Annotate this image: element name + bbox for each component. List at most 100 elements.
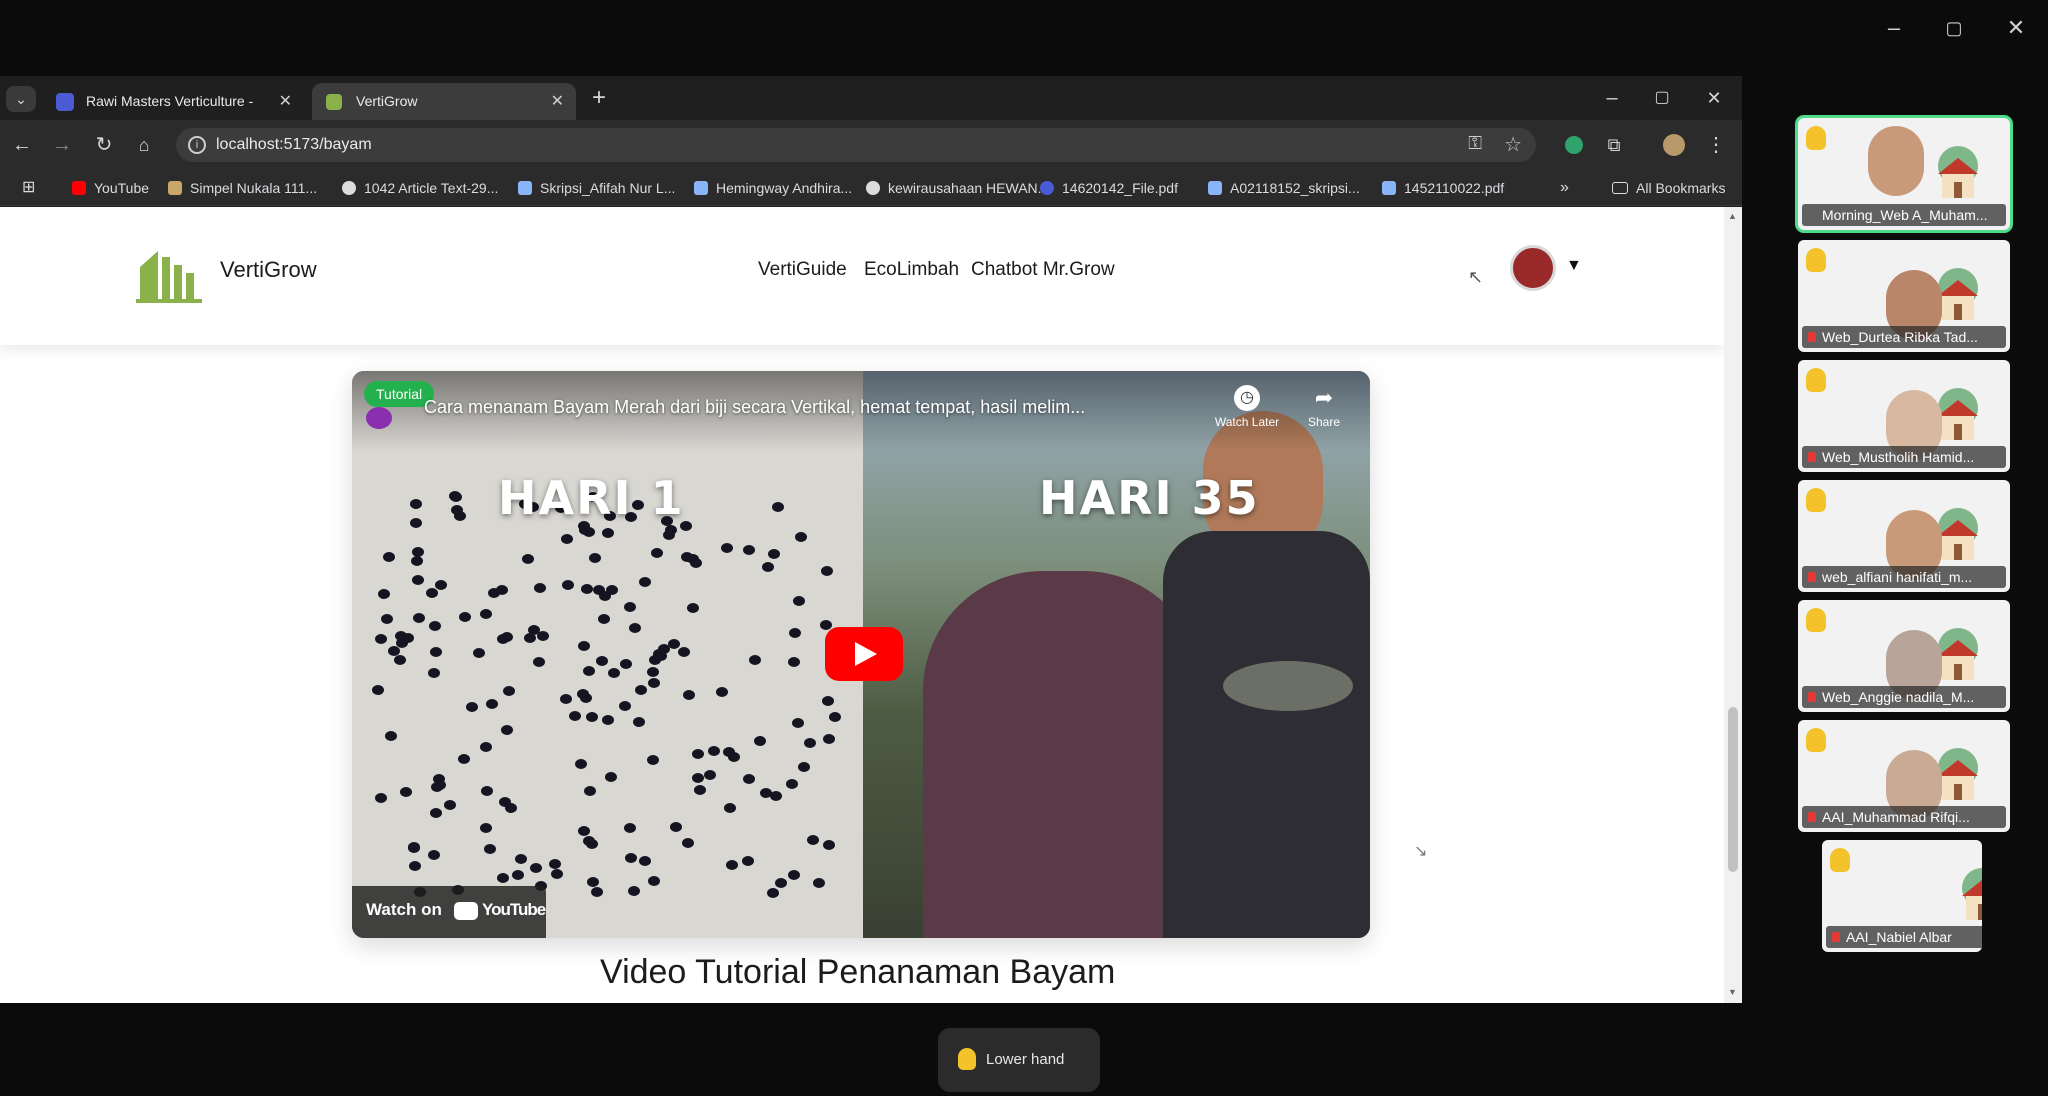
scroll-up-arrow-icon[interactable]: ▲ [1728,211,1737,221]
bookmark-label: Skripsi_Afifah Nur L... [540,180,676,196]
nav-chatbot[interactable]: Chatbot Mr.Grow [971,259,1115,281]
seed-dot [723,747,735,757]
seed-dot [383,552,395,562]
profile-avatar-icon[interactable] [1660,131,1688,159]
seed-dot [577,689,589,699]
seed-dot [497,873,509,883]
bookmark-label: kewirausahaan HEWAN... [888,180,1050,196]
nav-vertiguide[interactable]: VertiGuide [758,259,847,281]
participant-tile[interactable]: Morning_Web A_Muham... [1798,118,2010,230]
participant-tile[interactable]: AAI_Muhammad Rifqi... [1798,720,2010,832]
participant-name-text: web_alfiani hanifati_m... [1822,569,1973,585]
seed-dot [410,499,422,509]
bookmark-item[interactable]: 1042 Article Text-29... [342,170,498,206]
site-info-icon[interactable]: i [188,136,206,154]
seed-dot [435,580,447,590]
seed-dot [584,786,596,796]
extensions-puzzle-icon[interactable]: ⧉ [1600,131,1628,159]
close-icon[interactable]: ✕ [279,83,292,120]
channel-avatar[interactable] [366,407,392,429]
tab-search-button[interactable]: ⌄ [6,86,36,112]
youtube-embed[interactable]: HARI 1 HARI 35 Tutorial Cara menanam Bay… [352,371,1370,938]
participant-tile[interactable]: Web_Durtea Ribka Tad... [1798,240,2010,352]
new-tab-button[interactable]: + [585,84,613,112]
nav-ecolimbah[interactable]: EcoLimbah [864,259,959,281]
seed-dot [625,853,637,863]
seed-dot [428,668,440,678]
extension-green-icon[interactable] [1560,131,1588,159]
scroll-down-arrow-icon[interactable]: ▼ [1728,987,1737,997]
seed-dot [648,876,660,886]
seed-dot [433,774,445,784]
forward-arrow-icon[interactable]: → [48,131,76,159]
participant-tile[interactable]: AAI_Nabiel Albar [1822,840,1982,952]
youtube-play-button[interactable] [825,627,903,681]
bookmark-label: 1042 Article Text-29... [364,180,499,196]
watch-on-youtube-button[interactable]: Watch on YouTube [352,886,546,938]
password-key-icon[interactable]: ⚿ [1468,133,1482,154]
seed-dot [530,863,542,873]
bookmark-label: 14620142_File.pdf [1062,180,1178,196]
participant-name: AAI_Nabiel Albar [1826,926,1982,948]
bookmark-item[interactable]: kewirausahaan HEWAN... [866,170,1049,206]
seed-dot [562,580,574,590]
participant-tile[interactable]: web_alfiani hanifati_m... [1798,480,2010,592]
muted-mic-icon [1832,932,1840,942]
browser-maximize-button[interactable]: ▢ [1648,84,1676,112]
bookmark-star-icon[interactable]: ☆ [1504,132,1522,157]
seed-dot [410,518,422,528]
seed-dot [724,803,736,813]
bookmark-item[interactable]: A02118152_skripsi... [1208,170,1360,206]
muted-mic-icon [1808,332,1816,342]
vertigrow-logo[interactable] [136,243,202,303]
bookmarks-overflow-button[interactable]: » [1560,170,1569,206]
seed-dot [704,770,716,780]
seed-dot [551,869,563,879]
site-brand-name[interactable]: VertiGrow [220,257,317,283]
seed-dot [596,656,608,666]
seed-dot [512,870,524,880]
scrollbar-thumb[interactable] [1728,707,1738,872]
bookmarks-bar: ⊞ YouTube Simpel Nukala 111... 1042 Arti… [0,170,1742,206]
bookmark-label: A02118152_skripsi... [1230,180,1360,196]
apps-grid-icon[interactable]: ⊞ [22,170,42,206]
browser-menu-icon[interactable]: ⋮ [1702,131,1730,159]
lower-hand-button[interactable]: Lower hand [938,1028,1100,1092]
share-button[interactable]: ➦ Share [1294,385,1354,429]
video-title[interactable]: Cara menanam Bayam Merah dari biji secar… [424,397,1085,418]
bookmark-item[interactable]: 1452110022.pdf [1382,170,1504,206]
watch-later-label: Watch Later [1214,415,1280,429]
meeting-close-button[interactable]: ✕ [1996,14,2036,42]
tab-rawi-masters[interactable]: Rawi Masters Verticulture - Pr... ✕ [42,83,304,120]
back-arrow-icon[interactable]: ← [8,131,36,159]
bookmark-youtube[interactable]: YouTube [72,170,149,206]
avatar-dropdown-caret[interactable]: ▼ [1566,257,1582,275]
browser-close-button[interactable]: ✕ [1700,84,1728,112]
bookmark-item[interactable]: 14620142_File.pdf [1040,170,1178,206]
bookmark-item[interactable]: Skripsi_Afifah Nur L... [518,170,675,206]
bookmark-item[interactable]: Hemingway Andhira... [694,170,852,206]
watch-later-button[interactable]: ◷ Watch Later [1212,385,1282,429]
home-icon[interactable]: ⌂ [130,131,158,159]
reload-icon[interactable]: ↻ [90,131,118,159]
participant-tile[interactable]: Web_Mustholih Hamid... [1798,360,2010,472]
vertigrow-favicon-icon [326,94,342,110]
bookmark-item[interactable]: Simpel Nukala 111... [168,170,317,206]
browser-minimize-button[interactable]: – [1598,84,1626,112]
seed-dot [583,836,595,846]
seed-dot [692,773,704,783]
all-bookmarks-button[interactable]: All Bookmarks [1612,170,1725,206]
metal-bowl [1223,661,1353,711]
meeting-minimize-button[interactable]: – [1874,14,1914,42]
meeting-maximize-button[interactable]: ▢ [1934,14,1974,42]
tab-vertigrow[interactable]: VertiGrow ✕ [312,83,576,120]
close-icon[interactable]: ✕ [551,83,564,120]
seed-dot [770,791,782,801]
participant-name-text: Web_Durtea Ribka Tad... [1822,329,1978,345]
seed-dot [480,823,492,833]
shield-favicon-icon [56,93,74,111]
participant-tile[interactable]: Web_Anggie nadila_M... [1798,600,2010,712]
address-bar[interactable]: i localhost:5173/bayam ⚿ ☆ [176,128,1536,162]
page-scrollbar[interactable]: ▲ ▼ [1724,207,1742,1003]
user-avatar[interactable] [1510,245,1556,291]
